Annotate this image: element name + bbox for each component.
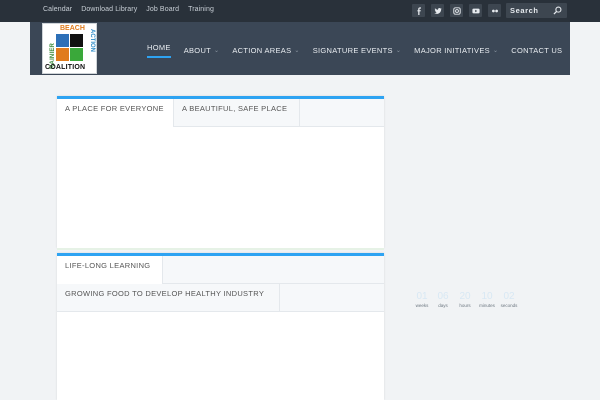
countdown-value: 02 bbox=[503, 291, 515, 302]
tab-empty[interactable] bbox=[280, 284, 384, 312]
countdown-label: seconds bbox=[500, 303, 518, 308]
facebook-icon[interactable] bbox=[412, 4, 425, 17]
countdown-value: 06 bbox=[437, 291, 449, 302]
search-icon[interactable] bbox=[553, 6, 562, 15]
top-links: Calendar Download Library Job Board Trai… bbox=[43, 6, 214, 13]
logo-word-left: RAINIER bbox=[50, 42, 56, 69]
tabs-panel-2: LIFE-LONG LEARNING GROWING FOOD TO DEVEL… bbox=[57, 253, 384, 400]
logo-square-black bbox=[70, 34, 83, 47]
nav-action-areas-label: ACTION AREAS bbox=[232, 46, 292, 55]
countdown-value: 20 bbox=[459, 291, 471, 302]
chevron-down-icon: ⌄ bbox=[294, 48, 300, 54]
tab-row: GROWING FOOD TO DEVELOP HEALTHY INDUSTRY bbox=[57, 284, 384, 312]
nav-home[interactable]: HOME bbox=[147, 43, 171, 58]
nav-about-label: ABOUT bbox=[183, 46, 212, 55]
chevron-down-icon: ⌄ bbox=[395, 48, 402, 54]
chevron-down-icon: ⌄ bbox=[492, 48, 499, 54]
nav-signature-events[interactable]: SIGNATURE EVENTS ⌄ bbox=[313, 43, 401, 58]
nav-about[interactable]: ABOUT ⌄ bbox=[184, 43, 220, 58]
divider bbox=[57, 248, 384, 250]
tab-row: A PLACE FOR EVERYONE A BEAUTIFUL, SAFE P… bbox=[57, 99, 384, 127]
logo-word-bottom: COALITION bbox=[45, 64, 86, 71]
top-link-calendar[interactable]: Calendar bbox=[43, 6, 72, 13]
countdown-hours: 20 hours bbox=[455, 291, 475, 308]
tab-a-beautiful-safe-place[interactable]: A BEAUTIFUL, SAFE PLACE bbox=[174, 99, 300, 127]
countdown-minutes: 10 minutes bbox=[477, 291, 497, 308]
chevron-down-icon: ⌄ bbox=[214, 48, 220, 54]
site-header: RAINIER BEACH ACTION COALITION HOME ABOU… bbox=[30, 22, 570, 75]
tab-empty[interactable] bbox=[163, 256, 384, 284]
tabs-panel-1: A PLACE FOR EVERYONE A BEAUTIFUL, SAFE P… bbox=[57, 96, 384, 248]
countdown-label: days bbox=[438, 303, 448, 308]
countdown-value: 01 bbox=[416, 291, 428, 302]
top-link-training[interactable]: Training bbox=[188, 6, 214, 13]
logo-square-green bbox=[70, 48, 83, 61]
tab-a-place-for-everyone[interactable]: A PLACE FOR EVERYONE bbox=[57, 99, 174, 127]
nav-major-initiatives-label: MAJOR INITIATIVES bbox=[414, 46, 490, 55]
top-bar: Calendar Download Library Job Board Trai… bbox=[0, 0, 600, 22]
tab-empty[interactable] bbox=[300, 99, 384, 127]
nav-major-initiatives[interactable]: MAJOR INITIATIVES ⌄ bbox=[414, 43, 498, 58]
main-nav: HOME ABOUT ⌄ ACTION AREAS ⌄ SIGNATURE EVEN… bbox=[147, 43, 575, 58]
countdown-days: 06 days bbox=[433, 291, 453, 308]
tab-row: LIFE-LONG LEARNING bbox=[57, 256, 384, 284]
flickr-icon[interactable] bbox=[488, 4, 501, 17]
tab-growing-food[interactable]: GROWING FOOD TO DEVELOP HEALTHY INDUSTRY bbox=[57, 284, 280, 312]
countdown-timer: 01 weeks 06 days 20 hours 10 minutes 02 … bbox=[410, 291, 530, 315]
instagram-icon[interactable] bbox=[450, 4, 463, 17]
nav-action-areas[interactable]: ACTION AREAS ⌄ bbox=[232, 43, 299, 58]
search-box bbox=[506, 3, 567, 18]
logo[interactable]: RAINIER BEACH ACTION COALITION bbox=[42, 23, 97, 74]
top-link-job-board[interactable]: Job Board bbox=[146, 6, 179, 13]
tab-life-long-learning[interactable]: LIFE-LONG LEARNING bbox=[57, 256, 163, 284]
logo-square-orange bbox=[56, 48, 69, 61]
nav-contact-us[interactable]: CONTACT US bbox=[511, 43, 562, 58]
countdown-seconds: 02 seconds bbox=[499, 291, 519, 308]
logo-word-top: BEACH bbox=[60, 25, 85, 32]
twitter-icon[interactable] bbox=[431, 4, 444, 17]
countdown-label: weeks bbox=[415, 303, 429, 308]
nav-home-label: HOME bbox=[147, 43, 171, 52]
nav-contact-us-label: CONTACT US bbox=[511, 46, 563, 55]
top-link-download-library[interactable]: Download Library bbox=[81, 6, 137, 13]
countdown-label: hours bbox=[459, 303, 471, 308]
youtube-icon[interactable] bbox=[469, 4, 482, 17]
logo-word-right: ACTION bbox=[89, 29, 95, 52]
countdown-value: 10 bbox=[481, 291, 493, 302]
logo-square-blue bbox=[56, 34, 69, 47]
countdown-label: minutes bbox=[479, 303, 495, 308]
search-input[interactable] bbox=[510, 4, 554, 17]
nav-signature-events-label: SIGNATURE EVENTS bbox=[312, 46, 393, 55]
countdown-weeks: 01 weeks bbox=[412, 291, 432, 308]
